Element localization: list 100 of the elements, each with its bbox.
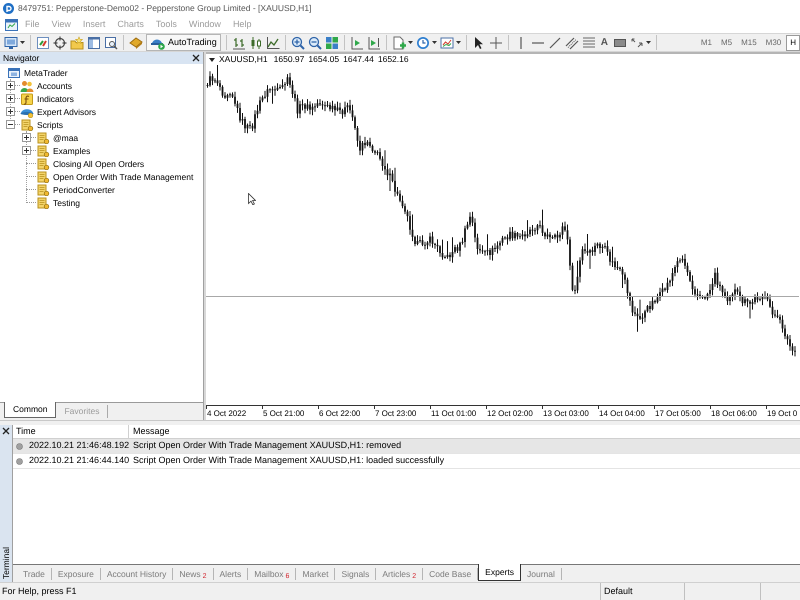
- menu-item[interactable]: Window: [182, 18, 227, 32]
- caret-icon: [432, 41, 437, 44]
- time-axis-label: 4 Oct 2022: [206, 408, 248, 420]
- caret-icon: [456, 41, 461, 44]
- arrows-icon: [630, 36, 644, 50]
- auto-scroll-icon[interactable]: [350, 36, 364, 50]
- tree-item[interactable]: @maa: [52, 132, 80, 144]
- time-axis-label: 6 Oct 22:00: [318, 408, 362, 420]
- time-axis-label: 17 Oct 05:00: [654, 408, 702, 420]
- log-row[interactable]: 2022.10.21 21:46:48.192 Script Open Order With Trade Management XAUUSD,H1: removed: [13, 439, 800, 454]
- autotrading-button[interactable]: AutoTrading: [146, 34, 221, 51]
- scroll-icon: [36, 144, 50, 156]
- menu-item[interactable]: Insert: [76, 18, 112, 32]
- plus-box-icon[interactable]: [22, 133, 31, 142]
- timeframe-button[interactable]: M5: [716, 34, 736, 50]
- scroll-icon: [36, 170, 50, 182]
- crosshair-icon[interactable]: [488, 36, 503, 50]
- caret-icon: [209, 58, 215, 62]
- periods-dropdown[interactable]: [416, 34, 437, 50]
- time-cell-text: 2022.10.21 21:46:48.192: [29, 439, 130, 452]
- magnifier-window-icon[interactable]: [104, 36, 118, 50]
- new-chart-dropdown[interactable]: [4, 34, 25, 50]
- tile-grid-icon[interactable]: [324, 36, 339, 50]
- plus-box-icon[interactable]: [22, 146, 31, 155]
- message-cell-text: Script Open Order With Trade Management XAUUSD,H1: loaded successfully: [132, 454, 444, 468]
- terminal-tab[interactable]: Signals: [335, 568, 376, 580]
- column-header[interactable]: Message: [129, 425, 800, 438]
- clock-icon: [416, 36, 430, 50]
- cursor-icon: [248, 193, 256, 205]
- time-axis-label: 19 Oct 0: [766, 408, 798, 420]
- window-icon: [7, 66, 21, 78]
- plus-box-icon[interactable]: [6, 107, 15, 116]
- plus-box-icon[interactable]: [6, 94, 15, 103]
- close-icon[interactable]: [192, 54, 200, 62]
- folder-star-icon[interactable]: [70, 36, 84, 50]
- timeframe-button[interactable]: H: [786, 34, 800, 50]
- chart-window-icon[interactable]: [5, 18, 18, 30]
- timeframe-button[interactable]: M30: [762, 34, 786, 50]
- price-value: 1647.44: [343, 53, 374, 66]
- terminal-tab[interactable]: Experts: [478, 564, 521, 581]
- column-header[interactable]: Time: [13, 425, 129, 438]
- zoom-out-icon[interactable]: [308, 36, 322, 50]
- minus-box-icon[interactable]: [6, 120, 15, 129]
- trend-line-icon[interactable]: [548, 36, 562, 50]
- status-dot-icon: [16, 442, 23, 450]
- templates-dropdown[interactable]: [440, 34, 461, 50]
- tree-item[interactable]: Scripts: [36, 118, 64, 130]
- menu-item[interactable]: View: [46, 18, 77, 32]
- menu-item[interactable]: Charts: [111, 18, 150, 32]
- time-axis-label: 14 Oct 04:00: [598, 408, 646, 420]
- panel-title: Terminal: [0, 546, 12, 579]
- panel-title: Navigator: [3, 52, 40, 64]
- caret-icon: [20, 41, 25, 44]
- terminal-tab[interactable]: Alerts: [214, 568, 248, 580]
- tree-item[interactable]: Indicators: [36, 92, 75, 104]
- terminal-tab[interactable]: Journal: [521, 568, 562, 580]
- text-tool-button[interactable]: A: [598, 35, 610, 50]
- price-value: 1654.05: [308, 53, 340, 66]
- bar-chart-icon[interactable]: [232, 36, 246, 50]
- candlestick-icon[interactable]: [248, 36, 263, 50]
- tree-item[interactable]: MetaTrader: [23, 66, 69, 78]
- indicators-dropdown[interactable]: [392, 34, 413, 50]
- tree-item[interactable]: PeriodConverter: [52, 184, 116, 196]
- scroll-icon: [36, 184, 50, 196]
- timeframe-button[interactable]: M15: [737, 34, 761, 50]
- tree-item[interactable]: Accounts: [36, 80, 73, 92]
- close-icon[interactable]: [2, 427, 10, 435]
- scroll-icon: [36, 132, 50, 144]
- ingot-icon[interactable]: [129, 36, 143, 50]
- panel-icon[interactable]: [87, 36, 101, 50]
- menu-item[interactable]: File: [19, 18, 46, 32]
- target-icon[interactable]: [53, 36, 67, 50]
- time-axis-label: 13 Oct 03:00: [542, 408, 590, 420]
- tree-item[interactable]: Testing: [52, 196, 81, 208]
- terminal-tab[interactable]: Account History: [100, 568, 174, 580]
- time-axis-label: 11 Oct 01:00: [430, 408, 478, 420]
- menu-item[interactable]: Help: [226, 18, 258, 32]
- plus-box-icon[interactable]: [6, 81, 15, 90]
- panel-tab[interactable]: Common: [4, 402, 56, 418]
- chart-window-icon: [440, 36, 454, 50]
- tree-item[interactable]: Expert Advisors: [36, 106, 98, 118]
- terminal-tab[interactable]: Market: [296, 568, 336, 580]
- fibonacci-lines-icon[interactable]: [582, 36, 596, 50]
- zoom-in-icon[interactable]: [290, 36, 305, 50]
- tree-item[interactable]: Closing All Open Orders: [52, 158, 146, 170]
- terminal-tab[interactable]: Exposure: [52, 568, 101, 580]
- function-tile-icon: [20, 92, 34, 104]
- log-row[interactable]: 2022.10.21 21:46:44.140 Script Open Order With Trade Management XAUUSD,H1: loaded successfully: [13, 454, 800, 469]
- chart-shift-icon[interactable]: [366, 36, 381, 50]
- tree-item[interactable]: Open Order With Trade Management: [52, 170, 194, 182]
- line-chart-icon[interactable]: [266, 36, 280, 50]
- price-value: 1650.97: [274, 53, 304, 66]
- menu-item[interactable]: Tools: [150, 18, 183, 32]
- channel-icon[interactable]: [564, 36, 579, 50]
- chart-square-icon[interactable]: [36, 36, 50, 50]
- timeframe-button[interactable]: M1: [696, 34, 716, 50]
- time-axis-label: 5 Oct 21:00: [262, 408, 306, 420]
- profile-name: Default: [604, 584, 633, 598]
- terminal-tab[interactable]: Trade: [17, 568, 52, 580]
- tree-item[interactable]: Examples: [52, 144, 92, 156]
